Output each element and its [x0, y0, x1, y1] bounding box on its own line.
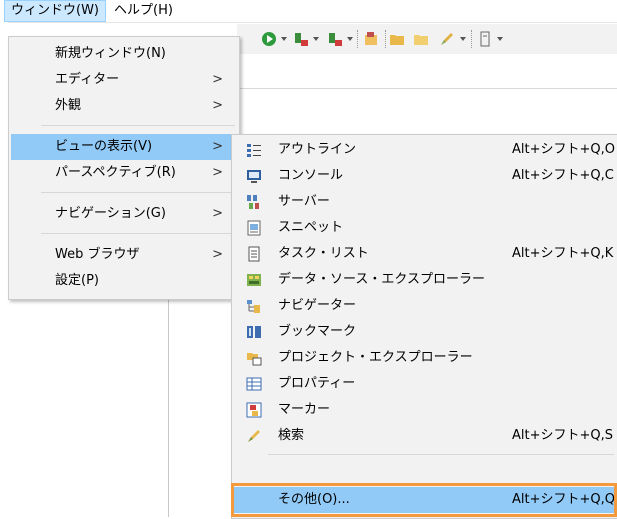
submenu-item-task-list[interactable]: タスク・リスト Alt+シフト+Q,K	[234, 241, 616, 267]
submenu-item-markers[interactable]: マーカー	[234, 397, 616, 423]
debug-server-icon[interactable]	[293, 31, 309, 47]
menu-item-appearance[interactable]: 外観 >	[11, 93, 237, 119]
menu-item-web-browser[interactable]: Web ブラウザ >	[11, 242, 237, 268]
bookmark-icon	[247, 326, 261, 338]
menu-separator	[41, 125, 235, 126]
submenu-arrow-icon: >	[212, 165, 223, 180]
project-explorer-icon	[247, 353, 262, 366]
submenu-item-bookmarks[interactable]: ブックマーク	[234, 319, 616, 345]
submenu-item-label: アウトライン	[278, 142, 357, 157]
menu-item-perspective[interactable]: パースペクティブ(R) >	[11, 160, 237, 186]
task-list-icon	[248, 246, 260, 262]
menu-item-label: ナビゲーション(G)	[55, 206, 166, 221]
menu-window[interactable]: ウィンドウ(W)	[4, 0, 106, 22]
menu-separator	[41, 192, 235, 193]
menu-item-label: 設定(P)	[55, 273, 99, 288]
menu-item-label: 新規ウィンドウ(N)	[55, 46, 166, 61]
view-divider	[168, 300, 169, 517]
task-icon[interactable]	[477, 31, 493, 47]
menu-item-navigation[interactable]: ナビゲーション(G) >	[11, 201, 237, 227]
toolbar-separator	[385, 30, 387, 48]
menu-item-show-view[interactable]: ビューの表示(V) >	[11, 134, 237, 160]
stop-server-icon[interactable]	[327, 31, 343, 47]
menu-item-label: Web ブラウザ	[55, 247, 140, 262]
main-toolbar	[237, 24, 617, 54]
submenu-item-servers[interactable]: サーバー	[234, 189, 616, 215]
submenu-item-label: ナビゲーター	[278, 298, 357, 313]
pen-dropdown-icon[interactable]	[460, 37, 466, 41]
menu-item-label: エディター	[55, 72, 120, 87]
menu-help[interactable]: ヘルプ(H)	[108, 1, 179, 21]
open-type-icon[interactable]	[413, 31, 429, 47]
menu-item-label: ビューの表示(V)	[55, 139, 153, 154]
pen-icon[interactable]	[439, 31, 455, 47]
submenu-arrow-icon: >	[212, 206, 223, 221]
submenu-item-label: プロパティー	[278, 376, 356, 391]
servers-icon	[247, 195, 259, 209]
markers-icon	[246, 402, 262, 418]
menu-item-label: パースペクティブ(R)	[55, 165, 176, 180]
submenu-item-data-source-explorer[interactable]: データ・ソース・エクスプローラー	[234, 267, 616, 293]
submenu-item-snippets[interactable]: スニペット	[234, 215, 616, 241]
submenu-item-console[interactable]: コンソール Alt+シフト+Q,C	[234, 163, 616, 189]
workbench-left-strip	[0, 22, 8, 517]
menu-bar: ウィンドウ(W) ヘルプ(H)	[0, 0, 617, 23]
submenu-item-search[interactable]: 検索 Alt+シフト+Q,S	[234, 423, 616, 449]
submenu-item-label: サーバー	[278, 194, 330, 209]
menu-item-preferences[interactable]: 設定(P)	[11, 268, 237, 294]
submenu-arrow-icon: >	[212, 72, 223, 87]
stop-dropdown-icon[interactable]	[347, 37, 353, 41]
run-icon[interactable]	[261, 31, 277, 47]
submenu-item-label: データ・ソース・エクスプローラー	[278, 272, 485, 287]
submenu-item-label: プロジェクト・エクスプローラー	[278, 350, 473, 365]
show-view-submenu: アウトライン Alt+シフト+Q,O コンソール Alt+シフト+Q,C サーバ…	[231, 134, 617, 519]
submenu-item-label: ブックマーク	[278, 324, 357, 339]
menu-item-editor[interactable]: エディター >	[11, 67, 237, 93]
submenu-arrow-icon: >	[212, 247, 223, 262]
highlight-frame	[231, 483, 617, 517]
submenu-item-outline[interactable]: アウトライン Alt+シフト+Q,O	[234, 137, 616, 163]
toolbar-separator	[357, 30, 359, 48]
console-icon	[247, 170, 261, 183]
data-source-icon	[247, 274, 261, 286]
search-icon	[248, 430, 260, 442]
debug-dropdown-icon[interactable]	[313, 37, 319, 41]
task-dropdown-icon[interactable]	[497, 37, 503, 41]
window-menu: 新規ウィンドウ(N) エディター > 外観 > ビューの表示(V) > パースペ…	[8, 36, 240, 300]
submenu-item-label: コンソール	[278, 168, 344, 183]
snippets-icon	[247, 220, 261, 236]
run-dropdown-icon[interactable]	[281, 37, 287, 41]
shortcut-label: Alt+シフト+Q,S	[512, 428, 614, 443]
submenu-item-project-explorer[interactable]: プロジェクト・エクスプローラー	[234, 345, 616, 371]
submenu-arrow-icon: >	[212, 139, 223, 154]
menu-separator	[41, 233, 235, 234]
outline-icon	[247, 144, 261, 157]
properties-icon	[246, 377, 262, 391]
submenu-arrow-icon: >	[212, 98, 223, 113]
submenu-item-label: タスク・リスト	[278, 246, 369, 261]
shortcut-label: Alt+シフト+Q,O	[512, 142, 615, 157]
shortcut-label: Alt+シフト+Q,K	[512, 246, 614, 261]
shortcut-label: Alt+シフト+Q,C	[512, 168, 614, 183]
menu-item-label: 外観	[55, 98, 82, 113]
toolbar-separator	[471, 30, 473, 48]
submenu-item-label: 検索	[278, 428, 305, 443]
new-wizard-icon[interactable]	[363, 31, 379, 47]
menu-separator	[268, 454, 614, 455]
submenu-item-navigator[interactable]: ナビゲーター	[234, 293, 616, 319]
submenu-item-properties[interactable]: プロパティー	[234, 371, 616, 397]
navigator-icon	[247, 300, 260, 313]
submenu-item-label: スニペット	[278, 220, 344, 235]
open-folder-icon[interactable]	[389, 31, 405, 47]
submenu-item-label: マーカー	[278, 402, 331, 417]
menu-item-new-window[interactable]: 新規ウィンドウ(N)	[11, 41, 237, 67]
